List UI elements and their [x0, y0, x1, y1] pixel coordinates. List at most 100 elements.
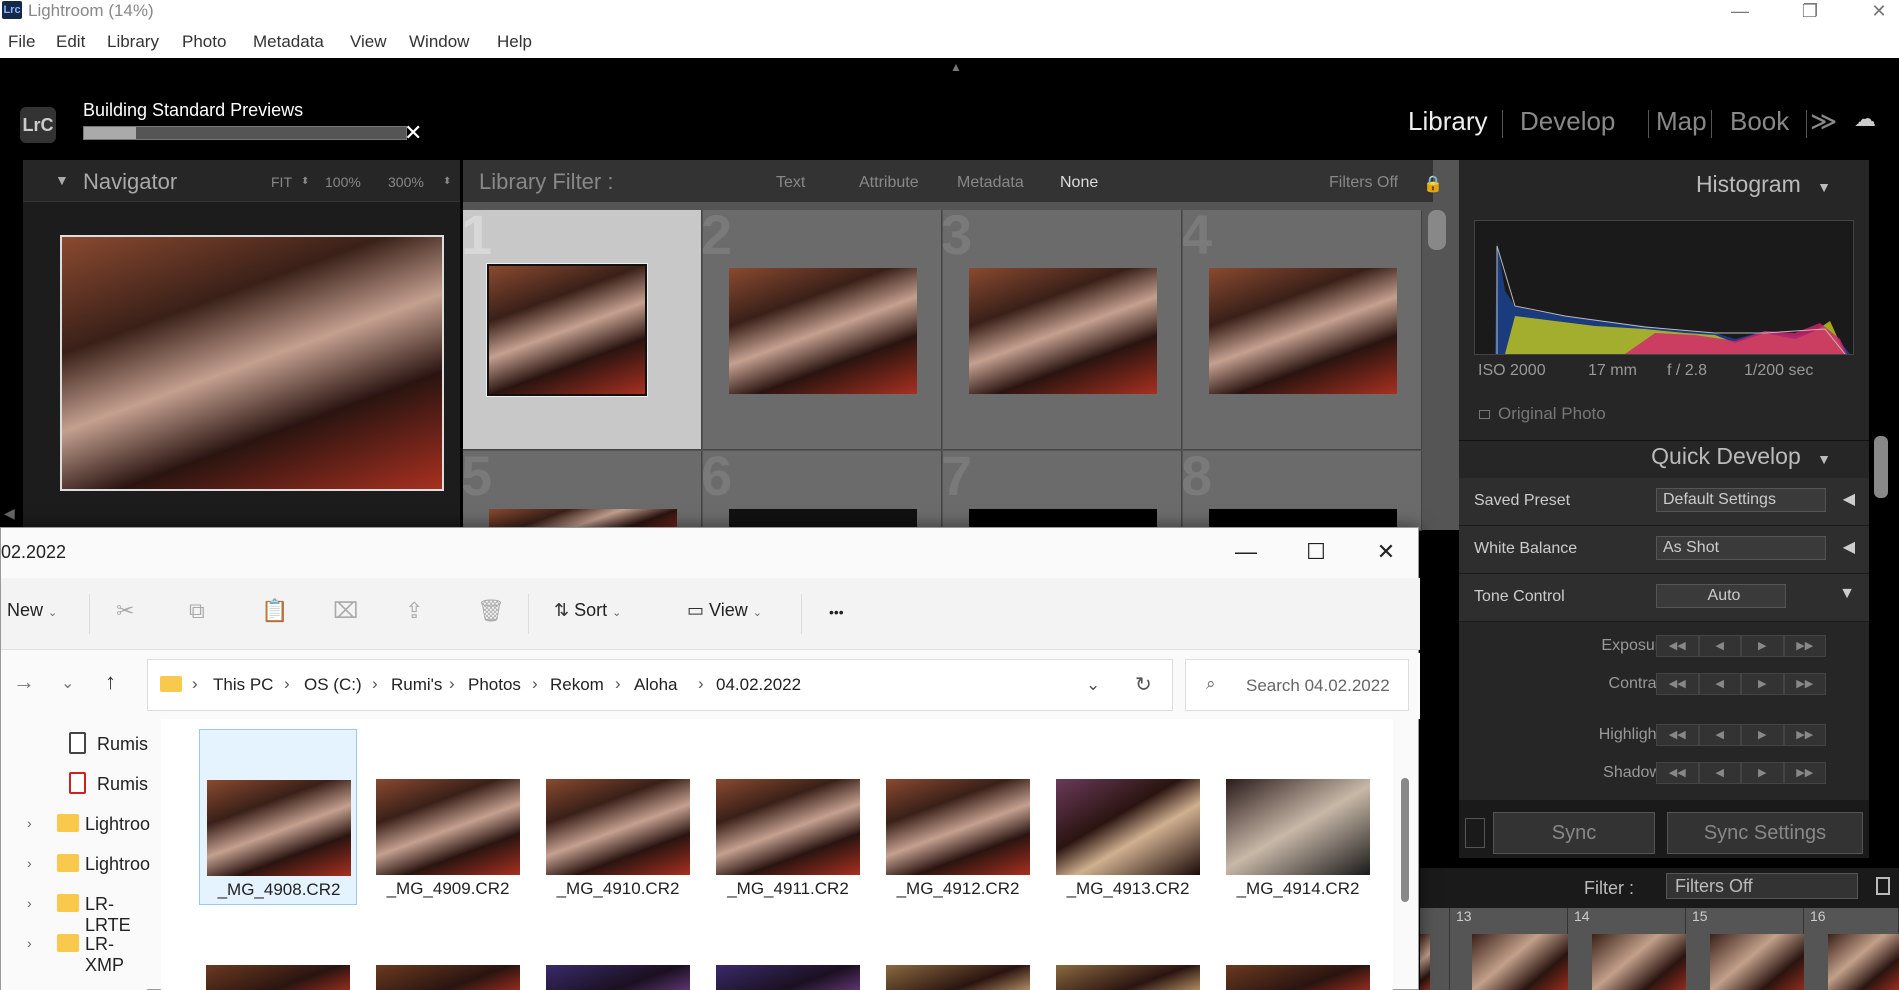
- file-item[interactable]: _MG_4914.CR2: [1219, 729, 1377, 905]
- decrease-large-button[interactable]: ◀◀: [1656, 724, 1699, 746]
- increase-small-button[interactable]: ▶: [1741, 724, 1784, 746]
- grid-cell[interactable]: 5: [463, 451, 702, 531]
- explorer-minimize-button[interactable]: —: [1216, 534, 1276, 570]
- file-thumbnail[interactable]: [886, 965, 1030, 990]
- filter-text[interactable]: Text: [776, 174, 805, 192]
- filters-off-select[interactable]: Filters Off: [1329, 174, 1398, 192]
- decrease-small-button[interactable]: ◀: [1698, 724, 1741, 746]
- file-item[interactable]: _MG_4911.CR2: [709, 729, 867, 905]
- lock-icon[interactable]: 🔒: [1423, 174, 1443, 194]
- restore-button[interactable]: ❐: [1780, 0, 1840, 24]
- navigator-header[interactable]: ▼ Navigator FIT ⬍ 100% 300% ⬍: [23, 160, 460, 202]
- menu-file[interactable]: File: [8, 32, 35, 52]
- explorer-close-button[interactable]: ✕: [1356, 534, 1416, 570]
- grid-cell[interactable]: 3: [943, 210, 1182, 450]
- file-item[interactable]: _MG_4910.CR2: [539, 729, 697, 905]
- filter-lock-icon[interactable]: [1876, 877, 1890, 895]
- module-book[interactable]: Book: [1730, 106, 1789, 137]
- minimize-button[interactable]: —: [1710, 0, 1770, 24]
- expand-arrow-icon[interactable]: ◀: [1843, 537, 1855, 557]
- decrease-small-button[interactable]: ◀: [1698, 673, 1741, 695]
- menu-help[interactable]: Help: [497, 32, 532, 52]
- tree-item[interactable]: › LR-XMP: [1, 925, 147, 975]
- menu-view[interactable]: View: [350, 32, 387, 52]
- file-thumbnail[interactable]: [716, 965, 860, 990]
- file-item[interactable]: _MG_4908.CR2: [199, 729, 357, 905]
- breadcrumb-separator-icon[interactable]: ›: [532, 674, 538, 694]
- address-history-dropdown-icon[interactable]: ⌄: [1086, 675, 1100, 695]
- up-arrow-icon[interactable]: ↑: [105, 669, 116, 695]
- refresh-icon[interactable]: ↻: [1135, 672, 1152, 697]
- cloud-sync-icon[interactable]: ☁: [1854, 106, 1876, 132]
- grid-cell[interactable]: 6: [703, 451, 942, 531]
- sync-settings-button[interactable]: Sync Settings: [1667, 812, 1863, 854]
- new-button[interactable]: New ⌄: [7, 600, 57, 621]
- navigator-preview-image[interactable]: [60, 235, 444, 491]
- breadcrumb-current-folder[interactable]: 04.02.2022: [716, 675, 801, 695]
- tree-item[interactable]: › Lightroo: [1, 845, 150, 885]
- file-item[interactable]: _MG_4909.CR2: [369, 729, 527, 905]
- film-cell[interactable]: 15: [1686, 908, 1808, 990]
- zoom-fit[interactable]: FIT: [271, 174, 292, 190]
- copy-icon[interactable]: ⧉: [189, 598, 205, 624]
- file-thumbnail[interactable]: [546, 965, 690, 990]
- tree-item[interactable]: Rumis: [1, 765, 148, 805]
- module-map[interactable]: Map: [1656, 106, 1707, 137]
- increase-small-button[interactable]: ▶: [1741, 635, 1784, 657]
- grid-thumbnail[interactable]: [729, 268, 917, 394]
- film-cell[interactable]: 16: [1804, 908, 1899, 990]
- left-panel-collapse-icon[interactable]: ◀: [4, 505, 15, 522]
- expand-chevron-icon[interactable]: ›: [27, 895, 32, 911]
- expand-arrow-icon[interactable]: ◀: [1843, 489, 1855, 509]
- module-develop[interactable]: Develop: [1520, 106, 1615, 137]
- breadcrumb-separator-icon[interactable]: ›: [449, 674, 455, 694]
- address-bar[interactable]: › This PC › OS (C:) › Rumi's › Photos › …: [147, 659, 1173, 711]
- search-box[interactable]: ⌕ Search 04.02.2022: [1185, 659, 1409, 711]
- histogram-graph[interactable]: [1474, 220, 1854, 355]
- decrease-small-button[interactable]: ◀: [1698, 762, 1741, 784]
- breadcrumb-rekom[interactable]: Rekom: [550, 675, 604, 695]
- file-thumbnail[interactable]: [376, 965, 520, 990]
- grid-cell[interactable]: 4: [1183, 210, 1422, 450]
- breadcrumb-aloha[interactable]: Aloha: [634, 675, 677, 695]
- increase-large-button[interactable]: ▶▶: [1783, 724, 1826, 746]
- decrease-large-button[interactable]: ◀◀: [1656, 673, 1699, 695]
- film-cell[interactable]: 14: [1568, 908, 1690, 990]
- sort-button[interactable]: ⇅ Sort ⌄: [554, 600, 621, 621]
- decrease-large-button[interactable]: ◀◀: [1656, 635, 1699, 657]
- increase-large-button[interactable]: ▶▶: [1783, 673, 1826, 695]
- menu-window[interactable]: Window: [409, 32, 469, 52]
- grid-cell[interactable]: 2: [703, 210, 942, 450]
- decrease-large-button[interactable]: ◀◀: [1656, 762, 1699, 784]
- explorer-scrollbar[interactable]: [1399, 748, 1411, 988]
- panel-collapse-arrow-icon[interactable]: ▲: [950, 60, 962, 74]
- menu-metadata[interactable]: Metadata: [253, 32, 324, 52]
- rename-icon[interactable]: ⌧: [333, 598, 358, 624]
- more-modules-icon[interactable]: ≫: [1810, 106, 1837, 137]
- file-item[interactable]: _MG_4912.CR2: [879, 729, 1037, 905]
- zoom-stepper-icon[interactable]: ⬍: [443, 176, 451, 187]
- film-thumbnail[interactable]: [1420, 934, 1430, 990]
- collapse-triangle-icon[interactable]: ▼: [1817, 179, 1831, 195]
- breadcrumb-this-pc[interactable]: This PC: [213, 675, 273, 695]
- auto-tone-button[interactable]: Auto: [1656, 584, 1786, 608]
- collapse-arrow-icon[interactable]: ▼: [1839, 585, 1855, 603]
- zoom-300[interactable]: 300%: [388, 174, 424, 190]
- tree-item[interactable]: › Lightroo: [1, 805, 150, 845]
- breadcrumb-separator-icon[interactable]: ›: [284, 674, 290, 694]
- breadcrumb-photos[interactable]: Photos: [468, 675, 521, 695]
- file-thumbnail[interactable]: [206, 965, 350, 990]
- view-button[interactable]: ▭ View ⌄: [687, 600, 762, 621]
- decrease-small-button[interactable]: ◀: [1698, 635, 1741, 657]
- sync-button[interactable]: Sync: [1493, 812, 1655, 854]
- share-icon[interactable]: ⇪: [405, 598, 423, 624]
- increase-small-button[interactable]: ▶: [1741, 673, 1784, 695]
- zoom-100[interactable]: 100%: [325, 174, 361, 190]
- right-panel-scrollbar[interactable]: [1874, 436, 1888, 498]
- original-photo-toggle[interactable]: Original Photo: [1479, 404, 1606, 424]
- histogram-header[interactable]: Histogram ▼: [1696, 171, 1831, 198]
- filter-metadata[interactable]: Metadata: [957, 174, 1024, 192]
- grid-thumbnail[interactable]: [969, 268, 1157, 394]
- explorer-maximize-button[interactable]: ☐: [1286, 534, 1346, 570]
- expand-chevron-icon[interactable]: ›: [27, 855, 32, 871]
